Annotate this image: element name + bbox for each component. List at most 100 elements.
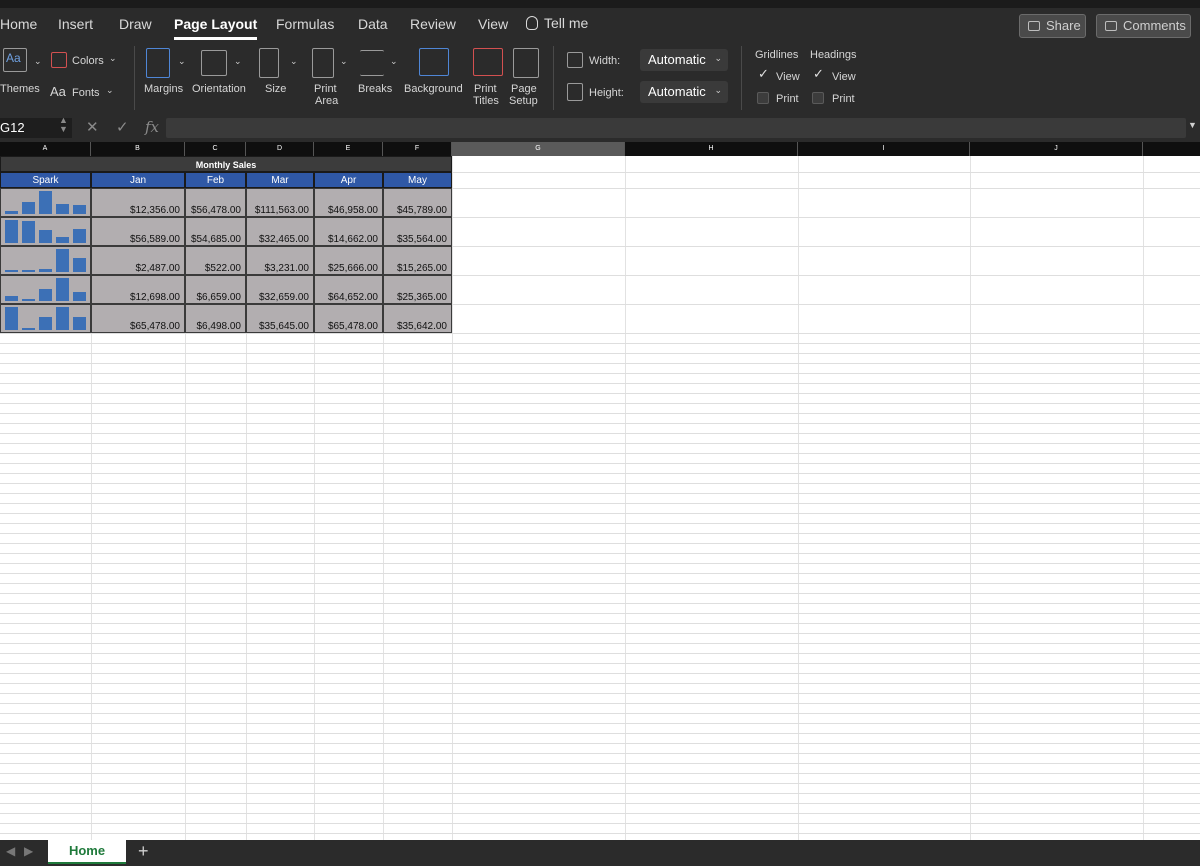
- sparkline-cell[interactable]: [0, 304, 91, 333]
- table-cell[interactable]: $64,652.00: [314, 275, 383, 304]
- print-area-chevron-icon[interactable]: ⌄: [340, 56, 348, 67]
- colors-label[interactable]: Colors: [72, 55, 104, 67]
- column-header-f[interactable]: F: [383, 142, 452, 156]
- table-cell[interactable]: $45,789.00: [383, 188, 452, 217]
- width-dropdown[interactable]: Automatic ⌄: [640, 49, 728, 71]
- table-cell[interactable]: $35,564.00: [383, 217, 452, 246]
- header-cell-jan[interactable]: Jan: [91, 172, 185, 188]
- tab-review[interactable]: Review: [410, 16, 456, 32]
- comments-button[interactable]: Comments: [1096, 14, 1191, 38]
- name-box-stepper-icon[interactable]: ▲ ▼: [59, 116, 68, 134]
- breaks-icon[interactable]: [360, 50, 384, 76]
- table-cell[interactable]: $56,478.00: [185, 188, 246, 217]
- margins-icon[interactable]: [146, 48, 170, 78]
- enter-icon[interactable]: ✓: [116, 118, 129, 136]
- header-cell-feb[interactable]: Feb: [185, 172, 246, 188]
- themes-dropdown-icon[interactable]: ⌄: [34, 56, 42, 67]
- tab-insert[interactable]: Insert: [58, 16, 93, 32]
- gridlines-print-checkbox[interactable]: [757, 92, 769, 104]
- margins-label[interactable]: Margins: [144, 83, 183, 95]
- header-cell-spark[interactable]: Spark: [0, 172, 91, 188]
- table-cell[interactable]: $65,478.00: [91, 304, 185, 333]
- table-cell[interactable]: $56,589.00: [91, 217, 185, 246]
- column-header-i[interactable]: I: [798, 142, 970, 156]
- share-button[interactable]: Share: [1019, 14, 1086, 38]
- background-icon[interactable]: [419, 48, 449, 76]
- header-cell-mar[interactable]: Mar: [246, 172, 314, 188]
- scroll-left-icon[interactable]: ◀: [6, 844, 15, 858]
- tab-page-layout[interactable]: Page Layout: [174, 16, 258, 40]
- fonts-icon[interactable]: Aa: [50, 85, 66, 98]
- print-titles-icon[interactable]: [473, 48, 503, 76]
- tab-home[interactable]: Home: [0, 16, 37, 32]
- table-title[interactable]: Monthly Sales: [0, 156, 452, 172]
- background-label[interactable]: Background: [404, 83, 463, 95]
- table-cell[interactable]: $32,465.00: [246, 217, 314, 246]
- table-cell[interactable]: $3,231.00: [246, 246, 314, 275]
- table-cell[interactable]: $111,563.00: [246, 188, 314, 217]
- page-setup-icon[interactable]: [513, 48, 539, 78]
- fonts-label[interactable]: Fonts: [72, 87, 100, 99]
- column-header-d[interactable]: D: [246, 142, 314, 156]
- sparkline-cell[interactable]: [0, 246, 91, 275]
- scroll-right-icon[interactable]: ▶: [24, 844, 33, 858]
- headings-view-checkbox[interactable]: ✓: [813, 66, 824, 82]
- tab-draw[interactable]: Draw: [119, 16, 152, 32]
- cancel-icon[interactable]: ✕: [86, 118, 99, 136]
- function-icon[interactable]: fx: [145, 118, 159, 136]
- print-area-icon[interactable]: [312, 48, 334, 78]
- table-cell[interactable]: $12,356.00: [91, 188, 185, 217]
- gridlines-view-checkbox[interactable]: ✓: [758, 66, 769, 82]
- table-cell[interactable]: $15,265.00: [383, 246, 452, 275]
- add-sheet-icon[interactable]: +: [138, 841, 149, 862]
- expand-formula-icon[interactable]: ▼: [1188, 120, 1197, 130]
- table-cell[interactable]: $6,659.00: [185, 275, 246, 304]
- table-cell[interactable]: $25,365.00: [383, 275, 452, 304]
- print-titles-label-2[interactable]: Titles: [473, 95, 499, 107]
- column-header-h[interactable]: H: [625, 142, 798, 156]
- size-chevron-icon[interactable]: ⌄: [290, 56, 298, 67]
- formula-input[interactable]: [166, 118, 1186, 138]
- table-cell[interactable]: $35,642.00: [383, 304, 452, 333]
- print-titles-label-1[interactable]: Print: [474, 83, 497, 95]
- tab-data[interactable]: Data: [358, 16, 388, 32]
- tab-view[interactable]: View: [478, 16, 508, 32]
- table-cell[interactable]: $54,685.00: [185, 217, 246, 246]
- table-cell[interactable]: $25,666.00: [314, 246, 383, 275]
- sheet-tab-home[interactable]: Home: [48, 840, 126, 864]
- table-cell[interactable]: $35,645.00: [246, 304, 314, 333]
- tell-me-search[interactable]: Tell me: [526, 15, 588, 31]
- colors-icon[interactable]: [51, 52, 67, 68]
- print-area-label-1[interactable]: Print: [314, 83, 337, 95]
- column-header-e[interactable]: E: [314, 142, 383, 156]
- sparkline-cell[interactable]: [0, 188, 91, 217]
- page-setup-label-2[interactable]: Setup: [509, 95, 538, 107]
- size-icon[interactable]: [259, 48, 279, 78]
- table-cell[interactable]: $2,487.00: [91, 246, 185, 275]
- column-header-b[interactable]: B: [91, 142, 185, 156]
- sparkline-cell[interactable]: [0, 275, 91, 304]
- colors-chevron-icon[interactable]: ⌄: [109, 53, 117, 64]
- size-label[interactable]: Size: [265, 83, 286, 95]
- orientation-chevron-icon[interactable]: ⌄: [234, 56, 242, 67]
- table-cell[interactable]: $14,662.00: [314, 217, 383, 246]
- column-header-a[interactable]: A: [0, 142, 91, 156]
- height-dropdown[interactable]: Automatic ⌄: [640, 81, 728, 103]
- fonts-chevron-icon[interactable]: ⌄: [106, 85, 114, 96]
- header-cell-may[interactable]: May: [383, 172, 452, 188]
- column-header-g[interactable]: G: [452, 142, 625, 156]
- themes-icon[interactable]: Aa: [3, 48, 27, 72]
- table-cell[interactable]: $6,498.00: [185, 304, 246, 333]
- table-cell[interactable]: $12,698.00: [91, 275, 185, 304]
- breaks-label[interactable]: Breaks: [358, 83, 392, 95]
- spreadsheet-grid[interactable]: Monthly Sales Spark Jan Feb Mar Apr May …: [0, 156, 1200, 840]
- sparkline-cell[interactable]: [0, 217, 91, 246]
- table-cell[interactable]: $46,958.00: [314, 188, 383, 217]
- column-header-j[interactable]: J: [970, 142, 1143, 156]
- table-cell[interactable]: $32,659.00: [246, 275, 314, 304]
- orientation-label[interactable]: Orientation: [192, 83, 246, 95]
- page-setup-label-1[interactable]: Page: [511, 83, 537, 95]
- margins-chevron-icon[interactable]: ⌄: [178, 56, 186, 67]
- print-area-label-2[interactable]: Area: [315, 95, 338, 107]
- breaks-chevron-icon[interactable]: ⌄: [390, 56, 398, 67]
